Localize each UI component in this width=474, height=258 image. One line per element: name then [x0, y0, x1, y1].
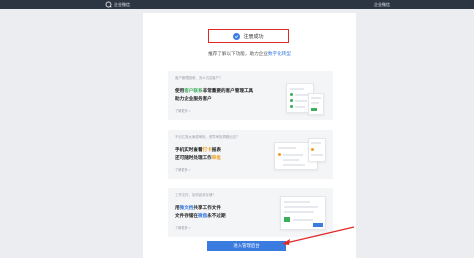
feature-card-customer[interactable]: 客户管理困难，怎么沉淀客户？ 使用客户联系非常重要的客户管理工具 助力企业服务客… — [168, 71, 333, 120]
subtitle-accent-link[interactable]: 数字化转型 — [268, 51, 291, 56]
brand-logo[interactable]: 企业微信 — [105, 1, 130, 8]
card-headline-2: 还可随时处理工作审批 — [175, 155, 221, 160]
learn-more-link[interactable]: 了解更多 > — [175, 108, 191, 113]
learn-more-link[interactable]: 了解更多 > — [175, 167, 191, 172]
page-subtitle: 推荐了解以下功能，助力企业数字化转型 — [143, 51, 356, 57]
top-bar: 企业微信 企业微信 — [0, 0, 474, 9]
brand-name: 企业微信 — [114, 1, 130, 7]
check-circle-icon — [233, 32, 241, 40]
card-headline: 用微文档共享工作文件 — [175, 205, 221, 210]
card-question: 不记汇报太麻烦审批，领导审批再跑出去？ — [175, 135, 240, 139]
card-headline-2: 文件存储在微盘永不过期 — [175, 213, 226, 218]
attendance-phone-illustration — [308, 138, 326, 162]
wechat-work-icon — [105, 1, 112, 8]
customer-app-illustration-2 — [308, 93, 324, 115]
feature-card-attendance[interactable]: 不记汇报太麻烦审批，领导审批再跑出去？ 手机实时查看打卡报表 还可随时处理工作审… — [168, 130, 333, 179]
success-label: 注册成功 — [243, 33, 264, 40]
red-arrow-annotation — [282, 226, 355, 245]
registration-success-panel: 注册成功 推荐了解以下功能，助力企业数字化转型 客户管理困难，怎么沉淀客户？ 使… — [143, 13, 356, 258]
learn-more-link[interactable]: 了解更多 > — [175, 225, 191, 230]
success-banner: 注册成功 — [208, 29, 289, 43]
subtitle-prefix: 推荐了解以下功能，助力企业 — [208, 51, 268, 56]
card-headline-2: 助力企业服务客户 — [175, 96, 212, 101]
enter-admin-button[interactable]: 进入管理后台 — [207, 241, 286, 251]
top-right-link[interactable]: 企业微信 — [374, 2, 390, 8]
card-question: 客户管理困难，怎么沉淀客户？ — [175, 76, 223, 80]
card-headline: 使用客户联系非常重要的客户管理工具 — [175, 88, 254, 93]
card-question: 工作文件，如何高效存储？ — [175, 193, 216, 197]
card-headline: 手机实时查看打卡报表 — [175, 147, 221, 152]
